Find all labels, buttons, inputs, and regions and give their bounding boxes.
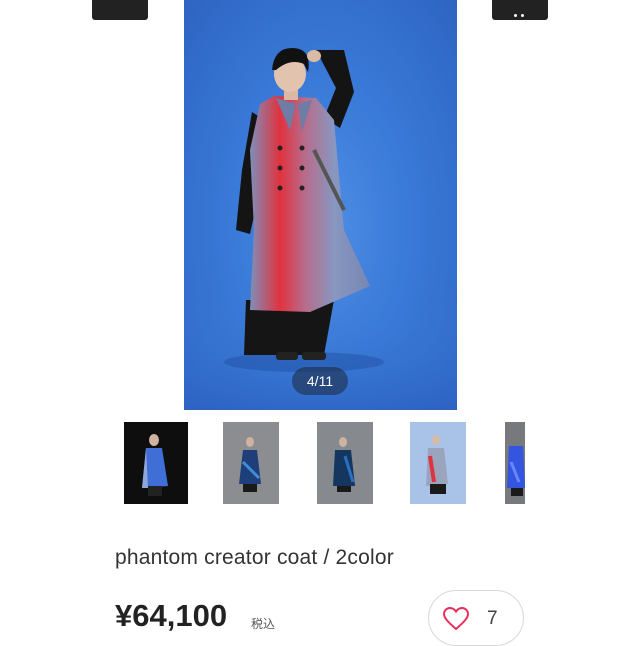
- thumbnail-1-image: [124, 422, 188, 504]
- thumbnail-3-image: [317, 422, 373, 504]
- back-button[interactable]: [92, 0, 148, 20]
- thumbnail-4[interactable]: [410, 422, 474, 504]
- product-main-photo[interactable]: [184, 0, 457, 410]
- thumbnail-3[interactable]: [317, 422, 381, 504]
- thumbnail-5-image: [505, 422, 525, 504]
- thumbnail-4-image: [410, 422, 466, 504]
- like-button[interactable]: 7: [428, 590, 524, 646]
- thumbnail-2-image: [223, 422, 279, 504]
- thumbnail-1[interactable]: [124, 422, 188, 504]
- more-icon: [514, 4, 528, 22]
- product-title: phantom creator coat / 2color: [115, 546, 394, 569]
- product-price: ¥64,100: [115, 598, 228, 633]
- model-in-coat-image: [184, 48, 457, 410]
- thumbnail-strip: [0, 422, 640, 504]
- thumbnail-5[interactable]: [505, 422, 525, 504]
- thumbnail-2[interactable]: [223, 422, 287, 504]
- image-counter: 4/11: [292, 367, 348, 395]
- heart-icon: [442, 606, 470, 636]
- tax-included-label: 税込: [251, 617, 276, 631]
- like-count: 7: [487, 608, 498, 629]
- more-options-button[interactable]: [492, 0, 548, 20]
